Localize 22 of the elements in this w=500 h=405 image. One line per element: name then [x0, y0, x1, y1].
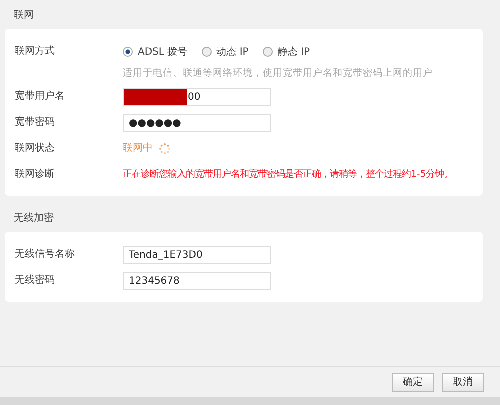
cancel-button[interactable]: 取消 [442, 372, 484, 392]
input-field[interactable]: ●●●●●● [123, 114, 271, 132]
radio-option[interactable]: 静态 IP [262, 45, 310, 59]
field-label: 宽带密码 [15, 116, 56, 130]
section-title: 联网 [13, 9, 35, 23]
input-field[interactable]: Tenda_1E73D0 [123, 246, 271, 264]
section-title: 无线加密 [13, 212, 55, 226]
field-label: 联网诊断 [15, 168, 56, 182]
radio-option[interactable]: ADSL 拨号 [123, 45, 188, 59]
diagnosis-message: 正在诊断您输入的宽带用户名和宽带密码是否正确，请稍等，整个过程约1-5分钟。 [123, 168, 454, 182]
input-field[interactable]: 00 [123, 88, 271, 106]
confirm-button[interactable]: 确定 [392, 372, 434, 392]
hint-text: 适用于电信、联通等网络环境，使用宽带用户名和宽带密码上网的用户 [123, 67, 433, 80]
field-label: 联网状态 [15, 142, 56, 156]
input-field[interactable]: 12345678 [123, 272, 271, 290]
field-label: 宽带用户名 [15, 90, 66, 104]
field-label: 无线密码 [15, 274, 56, 288]
field-label: 联网方式 [15, 44, 56, 59]
radio-option[interactable]: 动态 IP [202, 45, 249, 59]
status-text: 联网中 [123, 142, 153, 156]
field-label: 无线信号名称 [15, 248, 76, 262]
loading-spinner-icon [159, 143, 171, 155]
